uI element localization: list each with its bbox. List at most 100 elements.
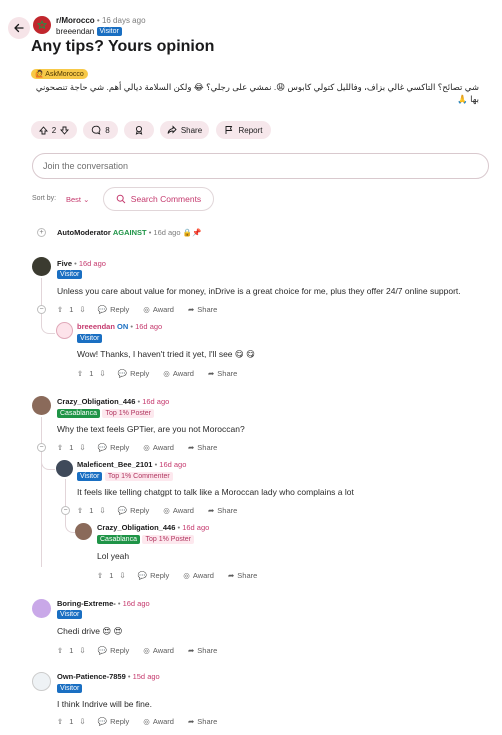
reply-button[interactable]: 💬 Reply xyxy=(98,717,130,726)
comment-icon xyxy=(92,125,101,135)
subreddit-avatar[interactable] xyxy=(33,16,51,34)
upvote-icon[interactable]: ⇧ xyxy=(77,369,83,378)
upvote-icon[interactable]: ⇧ xyxy=(57,646,63,655)
vote-count: 1 xyxy=(69,646,74,655)
upvote-icon[interactable]: ⇧ xyxy=(57,305,63,314)
comment-author[interactable]: breeendan xyxy=(77,322,115,331)
comment-time: 16d ago xyxy=(135,322,163,331)
upvote-icon[interactable]: ⇧ xyxy=(97,571,103,580)
avatar[interactable] xyxy=(56,322,73,339)
vote-control[interactable]: 2 xyxy=(31,121,77,139)
downvote-icon[interactable]: ⇩ xyxy=(79,646,85,655)
sort-dropdown[interactable]: Best ⌄ xyxy=(66,195,89,204)
thread-connector xyxy=(41,452,55,470)
badge-label: Visitor xyxy=(80,473,100,481)
comment-author[interactable]: Own-Patience-7859 xyxy=(57,672,126,681)
share-button[interactable]: ➦ Share xyxy=(188,443,217,452)
award-button[interactable]: ◎ Award xyxy=(143,305,174,314)
avatar[interactable] xyxy=(32,257,51,276)
award-button[interactable]: ◎ Award xyxy=(143,717,174,726)
reply-label: Reply xyxy=(150,571,170,580)
comments-button[interactable]: 8 xyxy=(83,121,118,139)
city-label: Casablanca xyxy=(60,410,97,418)
share-button[interactable]: ➦ Share xyxy=(188,717,217,726)
share-button[interactable]: ➦ Share xyxy=(228,571,257,580)
vote-count: 1 xyxy=(69,717,74,726)
vote-count: 1 xyxy=(69,443,74,452)
pin-icon: 📌 xyxy=(191,228,202,237)
share-button[interactable]: ➦ Share xyxy=(208,369,237,378)
collapse-thread-button[interactable]: − xyxy=(37,305,46,314)
join-conversation-input[interactable]: Join the conversation xyxy=(32,153,489,179)
automod-name[interactable]: AutoModerator xyxy=(57,228,111,237)
subreddit-name[interactable]: r/Morocco xyxy=(56,16,95,25)
award-button[interactable]: ◎ Award xyxy=(183,571,214,580)
downvote-icon[interactable]: ⇩ xyxy=(79,717,85,726)
avatar[interactable] xyxy=(56,460,73,477)
downvote-icon[interactable]: ⇩ xyxy=(119,571,125,580)
comment-author[interactable]: Boring-Extreme- xyxy=(57,599,116,608)
award-button[interactable]: ◎ Award xyxy=(163,506,194,515)
share-button[interactable]: Share xyxy=(160,121,209,139)
comment-actions: ⇧ 1 ⇩ 💬 Reply ◎ Award ➦ Share xyxy=(97,571,257,580)
avatar[interactable] xyxy=(75,523,92,540)
reply-label: Reply xyxy=(110,305,130,314)
search-comments-label: Search Comments xyxy=(130,194,202,204)
expand-automod-button[interactable]: + xyxy=(37,228,46,237)
downvote-icon[interactable]: ⇩ xyxy=(99,369,105,378)
comment-time: 16d ago xyxy=(159,460,187,469)
downvote-icon[interactable]: ⇩ xyxy=(99,506,105,515)
reply-button[interactable]: 💬 Reply xyxy=(98,646,130,655)
comment-author[interactable]: Maleficent_Bee_2101 xyxy=(77,460,152,469)
avatar[interactable] xyxy=(32,396,51,415)
downvote-icon[interactable] xyxy=(60,126,70,135)
back-button[interactable] xyxy=(8,17,30,39)
post-flair-label: AskMorocco xyxy=(45,71,84,78)
comment-author[interactable]: Five xyxy=(57,259,72,268)
reply-button[interactable]: 💬 Reply xyxy=(138,571,170,580)
reply-label: Reply xyxy=(110,443,130,452)
comment-text: Unless you care about value for money, i… xyxy=(57,286,461,296)
search-icon xyxy=(116,194,126,204)
reply-label: Reply xyxy=(110,646,130,655)
search-comments-button[interactable]: Search Comments xyxy=(103,187,214,211)
upvote-icon[interactable]: ⇧ xyxy=(57,717,63,726)
award-button[interactable] xyxy=(124,121,154,139)
share-button[interactable]: ➦ Share xyxy=(188,646,217,655)
share-button[interactable]: ➦ Share xyxy=(188,305,217,314)
vote-count: 2 xyxy=(51,125,57,135)
award-button[interactable]: ◎ Award xyxy=(143,443,174,452)
reply-button[interactable]: 💬 Reply xyxy=(98,305,130,314)
post-flair[interactable]: 🙋 AskMorocco xyxy=(31,69,88,79)
comment-meta: Own-Patience-7859 • 15d ago xyxy=(57,672,160,681)
award-label: Award xyxy=(152,717,174,726)
award-button[interactable]: ◎ Award xyxy=(163,369,194,378)
thread-connector xyxy=(65,515,75,533)
comment-text: I think Indrive will be fine. xyxy=(57,699,152,709)
reply-button[interactable]: 💬 Reply xyxy=(118,506,150,515)
comment-time: 15d ago xyxy=(132,672,160,681)
share-label: Share xyxy=(237,571,258,580)
upvote-icon[interactable] xyxy=(38,125,48,135)
comment-author[interactable]: Crazy_Obligation_446 xyxy=(97,523,175,532)
post-author[interactable]: breeendan xyxy=(56,27,94,36)
reply-button[interactable]: 💬 Reply xyxy=(98,443,130,452)
upvote-icon[interactable]: ⇧ xyxy=(57,443,63,452)
report-button[interactable]: Report xyxy=(216,121,271,139)
collapse-thread-button[interactable]: − xyxy=(61,506,70,515)
vote-count: 1 xyxy=(89,506,94,515)
automod-tag: AGAINST xyxy=(112,228,147,237)
avatar[interactable] xyxy=(32,672,51,691)
downvote-icon[interactable]: ⇩ xyxy=(79,443,85,452)
downvote-icon[interactable]: ⇩ xyxy=(79,305,85,314)
comment-author[interactable]: Crazy_Obligation_446 xyxy=(57,397,135,406)
visitor-badge-label: Visitor xyxy=(99,28,119,36)
badge-row: Casablanca Top 1% Poster xyxy=(57,408,155,419)
award-button[interactable]: ◎ Award xyxy=(143,646,174,655)
reply-button[interactable]: 💬 Reply xyxy=(118,369,150,378)
collapse-thread-button[interactable]: − xyxy=(37,443,46,452)
share-button[interactable]: ➦ Share xyxy=(208,506,237,515)
avatar[interactable] xyxy=(32,599,51,618)
upvote-icon[interactable]: ⇧ xyxy=(77,506,83,515)
award-icon xyxy=(135,125,143,135)
